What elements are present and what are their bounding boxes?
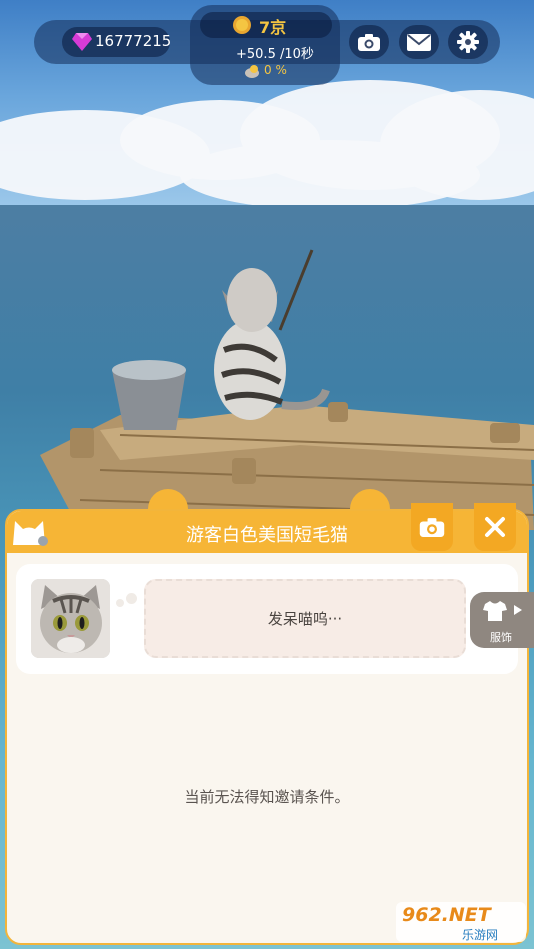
mail-button[interactable]	[399, 25, 439, 59]
thought-dot	[116, 599, 124, 607]
close-icon	[485, 517, 505, 537]
dock-post	[70, 428, 94, 458]
cat-photo-button[interactable]	[411, 503, 453, 551]
camera-icon	[419, 518, 445, 537]
gem-count: 16777215	[95, 32, 172, 50]
mail-icon	[407, 33, 431, 51]
arrow-right-icon	[514, 605, 522, 615]
dock-post	[490, 423, 520, 443]
cat-bonus-icon	[245, 65, 259, 78]
bonus-percent: 0 %	[264, 63, 287, 77]
shirt-icon	[483, 601, 507, 621]
gear-icon	[457, 31, 479, 53]
gem-counter[interactable]: 16777215	[62, 27, 172, 57]
gem-icon	[72, 33, 92, 51]
coin-icon	[233, 16, 251, 34]
speech-text: 发呆喵呜···	[267, 610, 343, 628]
bucket-icon	[112, 360, 186, 430]
outfit-button[interactable]: 服饰	[470, 592, 534, 648]
money-amount: 7京	[259, 18, 287, 37]
speech-bubble: 发呆喵呜···	[144, 579, 466, 658]
site-watermark: 962.NET 乐游网	[394, 900, 530, 946]
settings-button[interactable]	[448, 25, 488, 59]
dock-scene	[40, 249, 534, 530]
cat-fishing	[214, 249, 330, 420]
invite-condition-text: 当前无法得知邀请条件。	[184, 788, 350, 806]
cat-portrait	[31, 579, 110, 658]
dock-post	[232, 458, 256, 484]
income-rate: +50.5 /10秒	[236, 47, 314, 62]
close-button[interactable]	[474, 503, 516, 551]
bonus-indicator: 0 %	[244, 63, 304, 79]
camera-icon	[358, 34, 380, 51]
cat-avatar	[31, 579, 110, 658]
watermark-bottom: 乐游网	[462, 928, 499, 942]
dock-post	[328, 402, 348, 422]
money-counter[interactable]: 7京	[200, 12, 332, 38]
thought-dot	[126, 593, 137, 604]
outfit-label: 服饰	[490, 631, 512, 644]
cloud	[180, 140, 480, 210]
screenshot-button[interactable]	[349, 25, 389, 59]
watermark-top: 962.NET	[402, 904, 491, 926]
